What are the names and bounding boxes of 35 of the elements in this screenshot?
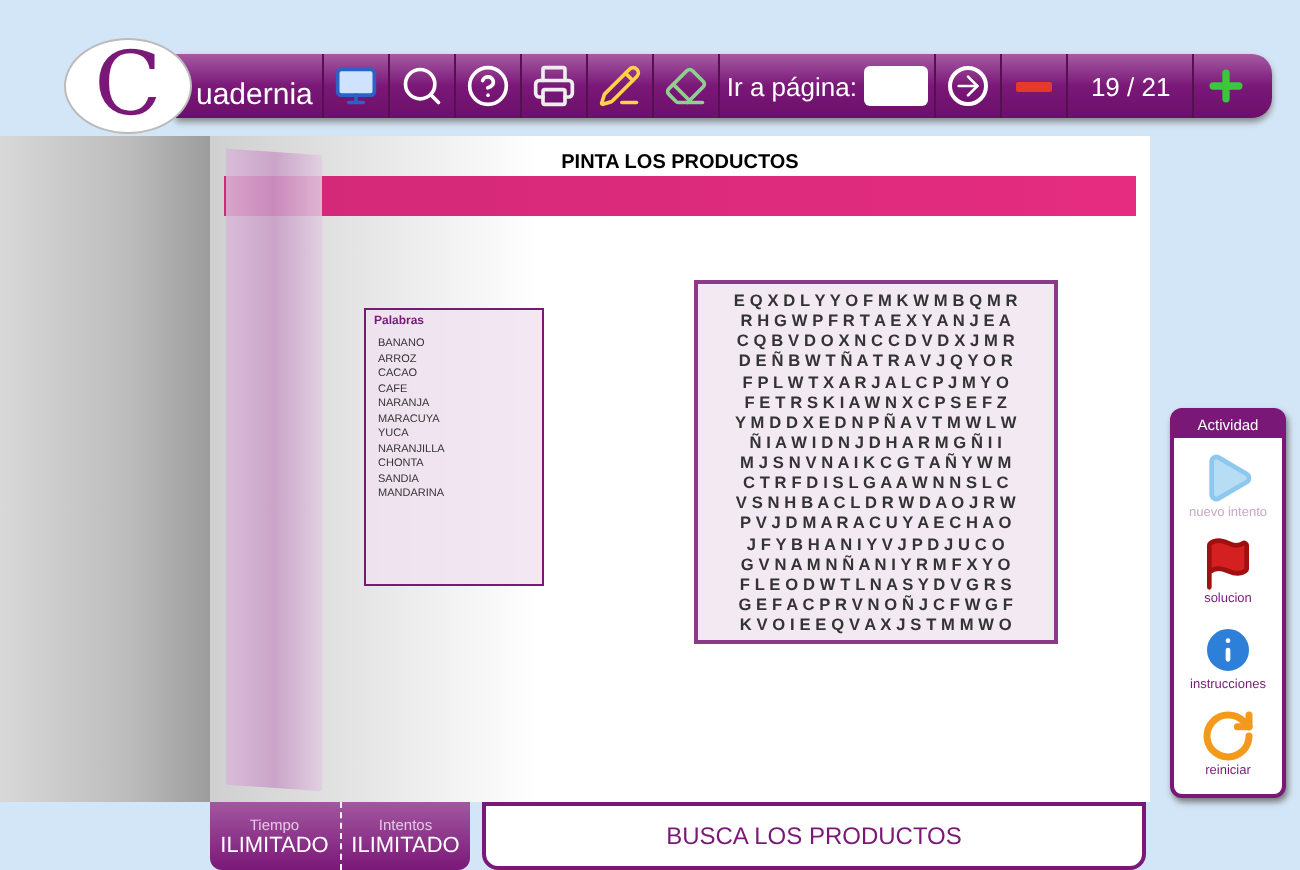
letter-row-text: J F Y B H A N I Y V J P D J U C O bbox=[744, 533, 1008, 553]
letter-row-text: C T R F D I S L G A A W N N S L C bbox=[740, 472, 1012, 493]
letter-row-text: G E F A C P R V N O Ñ J C F W G F bbox=[736, 593, 1016, 614]
eraser-icon bbox=[664, 64, 709, 108]
letter-row-text: M J S N V N A I K C G T A Ñ Y W M bbox=[738, 452, 1014, 472]
time-value: ILIMITADO bbox=[220, 833, 329, 857]
arrow-right-icon bbox=[948, 66, 989, 106]
page-title: PINTA LOS PRODUCTOS bbox=[559, 152, 801, 170]
letter-row-text: K V O I E E Q V A X J S T M M W O bbox=[737, 614, 1015, 634]
printer-icon bbox=[532, 64, 577, 108]
letter-row-text: R H G W P F R T A E X Y A N J E A bbox=[738, 310, 1014, 331]
tries-value: ILIMITADO bbox=[351, 833, 460, 857]
letter-row-text: F E T R S K I A W N X C P S E F Z bbox=[742, 391, 1010, 412]
letter-row-text: F L E O D W T L N A S Y D V G R S bbox=[737, 573, 1015, 594]
logo-initial: C bbox=[94, 42, 162, 130]
letter-row-text: Ñ I A W I D N J D H A R M G Ñ I I bbox=[747, 431, 1005, 452]
search-icon bbox=[400, 64, 445, 108]
letter-row-text: D E Ñ B W T Ñ A T R A V J Q Y O R bbox=[736, 350, 1016, 371]
letter-row-text: G V N A M N Ñ A N I Y R M F X Y O bbox=[738, 553, 1014, 574]
help-icon bbox=[466, 64, 511, 108]
letter-row-text: E Q X D L Y Y O F M K W M B Q M R bbox=[731, 290, 1021, 310]
pencil-icon bbox=[598, 64, 643, 108]
letter-row-text: C Q B V D O X N C C D V D X J M R bbox=[734, 330, 1018, 351]
letter-row-text: F P L W T X A R J A L C P J M Y O bbox=[740, 371, 1012, 391]
letter-row-text: P V J D M A R A C U Y A E C H A O bbox=[738, 512, 1014, 533]
letter-row-text: V S N H B A C L D R W D A O J R W bbox=[733, 492, 1019, 513]
letter-row-text: Y M D D X E D N P Ñ A V T M W L W bbox=[733, 411, 1019, 432]
minus-icon bbox=[1016, 81, 1053, 91]
monitor-icon bbox=[334, 64, 379, 108]
page-indicator: 19 / 21 bbox=[1088, 71, 1173, 101]
logo-name: uadernia bbox=[194, 75, 315, 111]
goto-label: Ir a página: bbox=[726, 71, 857, 101]
page-input[interactable] bbox=[864, 66, 929, 106]
rotate-icon bbox=[1200, 708, 1256, 764]
instruction-text: BUSCA LOS PRODUCTOS bbox=[482, 802, 1146, 870]
